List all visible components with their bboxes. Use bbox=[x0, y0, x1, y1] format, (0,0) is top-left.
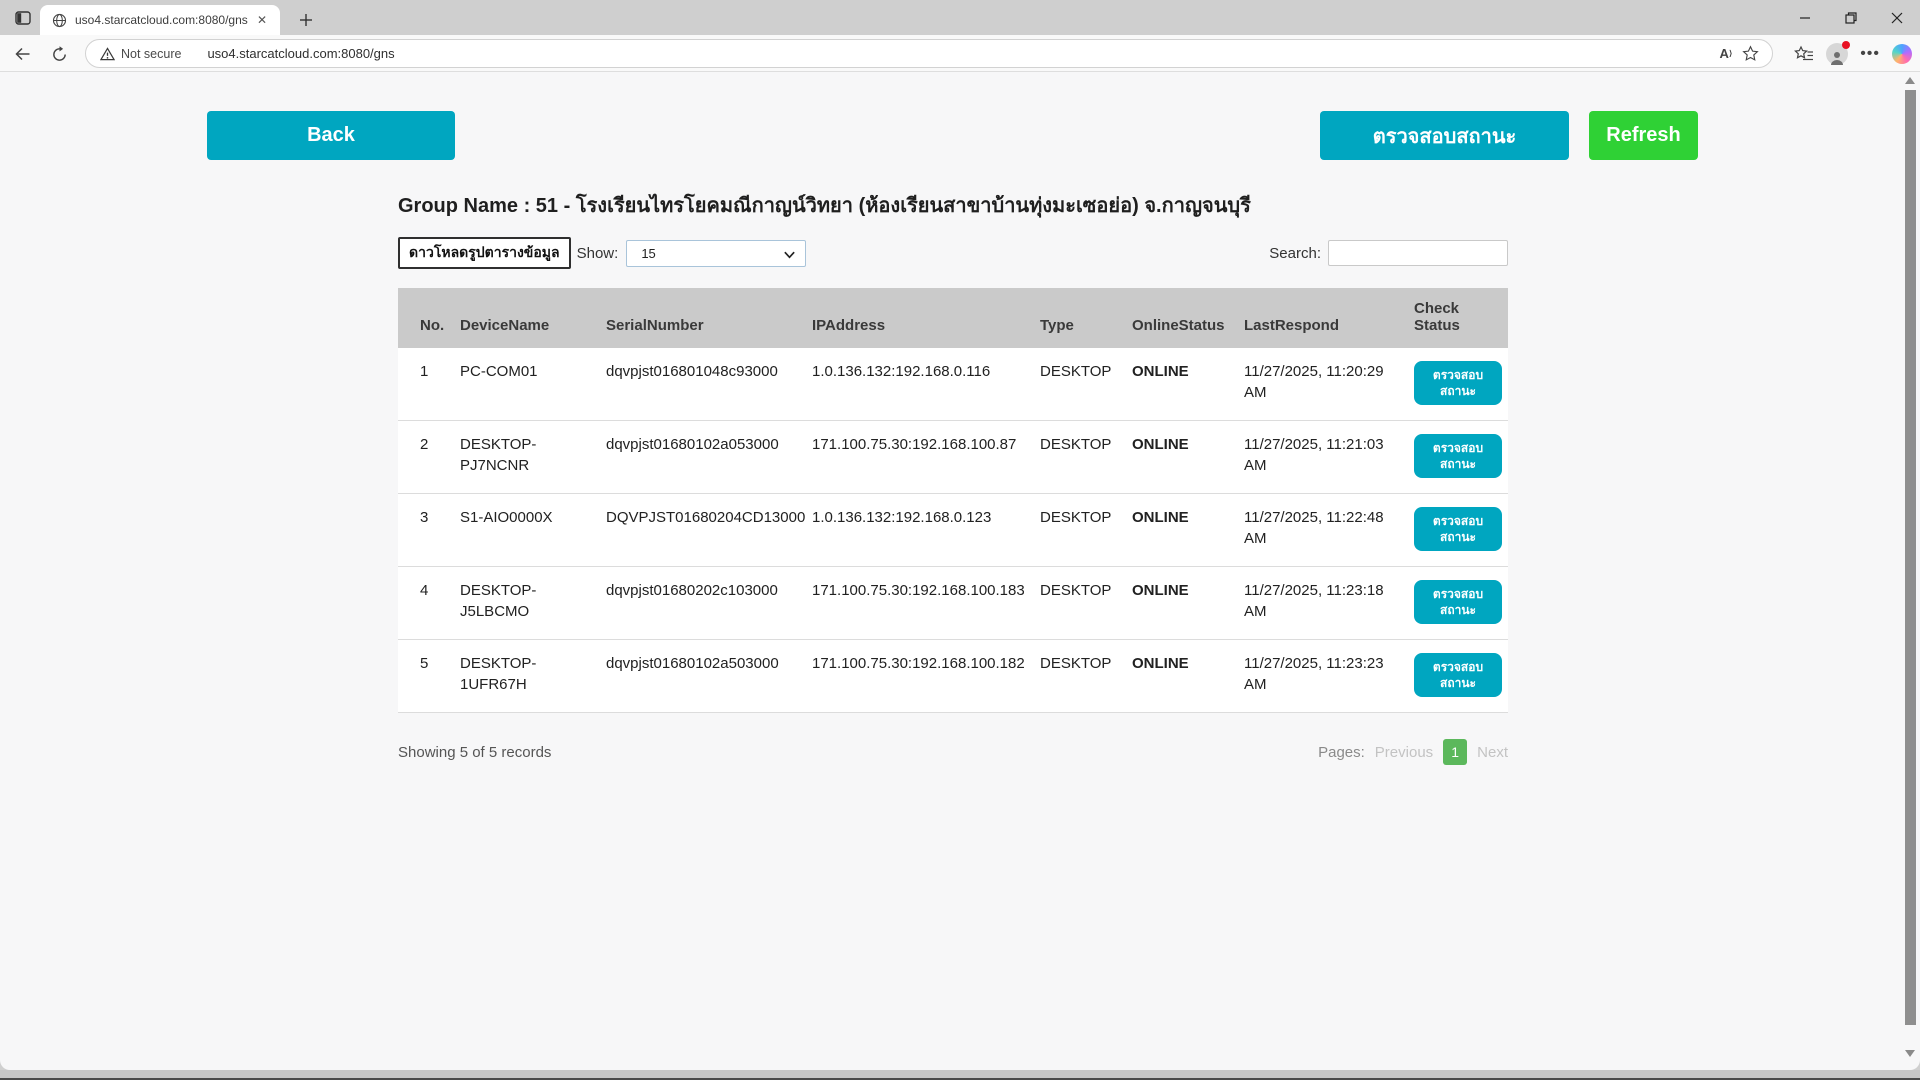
show-label: Show: bbox=[576, 244, 619, 262]
browser-tab[interactable]: uso4.starcatcloud.com:8080/gns ✕ bbox=[40, 5, 280, 35]
previous-page-link[interactable]: Previous bbox=[1375, 744, 1433, 761]
vertical-scrollbar-thumb[interactable] bbox=[1905, 90, 1916, 1025]
cell-onlinestatus: ONLINE bbox=[1122, 348, 1234, 421]
refresh-nav-icon[interactable] bbox=[48, 43, 70, 65]
tab-actions-icon[interactable] bbox=[12, 7, 34, 29]
col-header-no: No. bbox=[398, 288, 450, 348]
security-label: Not secure bbox=[121, 46, 182, 61]
cell-lastrespond: 11/27/2025, 11:20:29 AM bbox=[1234, 348, 1404, 421]
download-table-image-button[interactable]: ดาวโหลดรูปตารางข้อมูล bbox=[398, 237, 571, 269]
col-header-onlinestatus: OnlineStatus bbox=[1122, 288, 1234, 348]
cell-onlinestatus: ONLINE bbox=[1122, 639, 1234, 713]
security-indicator[interactable]: Not secure bbox=[100, 47, 181, 61]
cell-type: DESKTOP bbox=[1030, 348, 1122, 421]
cell-ipaddress: 171.100.75.30:192.168.100.87 bbox=[802, 420, 1030, 494]
pages-label: Pages: bbox=[1318, 743, 1365, 761]
notification-dot bbox=[1842, 40, 1851, 49]
cell-no: 4 bbox=[398, 566, 450, 640]
cell-ipaddress: 171.100.75.30:192.168.100.183 bbox=[802, 566, 1030, 640]
next-page-link[interactable]: Next bbox=[1477, 744, 1508, 761]
scrollbar-up-arrow[interactable] bbox=[1905, 77, 1915, 84]
cell-serialnumber: dqvpjst016801048c93000 bbox=[596, 348, 802, 421]
warning-triangle-icon bbox=[100, 46, 115, 61]
url-text: uso4.starcatcloud.com:8080/gns bbox=[207, 46, 395, 61]
page-size-value: 15 bbox=[641, 245, 656, 261]
back-nav-icon[interactable] bbox=[12, 43, 34, 65]
search-label: Search: bbox=[1269, 244, 1321, 262]
table-row: 1 PC-COM01 dqvpjst016801048c93000 1.0.13… bbox=[398, 348, 1508, 421]
cell-devicename: DESKTOP-J5LBCMO bbox=[450, 566, 596, 640]
cell-no: 2 bbox=[398, 420, 450, 494]
table-row: 2 DESKTOP-PJ7NCNR dqvpjst01680102a053000… bbox=[398, 420, 1508, 494]
row-check-status-button[interactable]: ตรวจสอบสถานะ bbox=[1414, 361, 1502, 405]
cell-no: 3 bbox=[398, 493, 450, 567]
cell-no: 1 bbox=[398, 348, 450, 421]
table-row: 4 DESKTOP-J5LBCMO dqvpjst01680202c103000… bbox=[398, 566, 1508, 640]
devices-table: No. DeviceName SerialNumber IPAddress Ty… bbox=[398, 288, 1508, 713]
cell-onlinestatus: ONLINE bbox=[1122, 420, 1234, 494]
browser-titlebar: uso4.starcatcloud.com:8080/gns ✕ bbox=[0, 0, 1920, 35]
restore-button[interactable] bbox=[1828, 0, 1874, 35]
cell-devicename: PC-COM01 bbox=[450, 348, 596, 421]
cell-type: DESKTOP bbox=[1030, 493, 1122, 567]
group-title: Group Name : 51 - โรงเรียนไทรโยคมณีกาญน์… bbox=[398, 195, 1251, 217]
cell-serialnumber: DQVPJST01680204CD13000 bbox=[596, 493, 805, 567]
row-check-status-button[interactable]: ตรวจสอบสถานะ bbox=[1414, 507, 1502, 551]
chevron-down-icon bbox=[783, 248, 796, 261]
table-row: 3 S1-AIO0000X DQVPJST01680204CD13000 1.0… bbox=[398, 493, 1508, 567]
browser-toolbar: Not secure uso4.starcatcloud.com:8080/gn… bbox=[0, 35, 1920, 72]
cell-onlinestatus: ONLINE bbox=[1122, 493, 1234, 567]
settings-menu-icon[interactable]: ••• bbox=[1860, 45, 1880, 63]
cell-ipaddress: 171.100.75.30:192.168.100.182 bbox=[802, 639, 1030, 713]
close-window-button[interactable] bbox=[1874, 0, 1920, 35]
page-size-select[interactable]: 15 bbox=[626, 239, 807, 267]
minimize-button[interactable] bbox=[1782, 0, 1828, 35]
cell-serialnumber: dqvpjst01680102a503000 bbox=[596, 639, 802, 713]
cell-lastrespond: 11/27/2025, 11:22:48 AM bbox=[1234, 493, 1404, 567]
tab-title: uso4.starcatcloud.com:8080/gns bbox=[75, 13, 248, 27]
cell-devicename: DESKTOP-PJ7NCNR bbox=[450, 420, 596, 494]
cell-type: DESKTOP bbox=[1030, 420, 1122, 494]
cell-ipaddress: 1.0.136.132:192.168.0.123 bbox=[802, 493, 1030, 567]
cell-ipaddress: 1.0.136.132:192.168.0.116 bbox=[802, 348, 1030, 421]
row-check-status-button[interactable]: ตรวจสอบสถานะ bbox=[1414, 580, 1502, 624]
col-header-checkstatus: Check Status bbox=[1404, 288, 1508, 348]
globe-favicon-icon bbox=[52, 13, 67, 28]
cell-serialnumber: dqvpjst01680102a053000 bbox=[596, 420, 802, 494]
search-input[interactable] bbox=[1328, 240, 1508, 266]
favorites-bar-icon[interactable] bbox=[1794, 45, 1814, 63]
row-check-status-button[interactable]: ตรวจสอบสถานะ bbox=[1414, 653, 1502, 697]
read-aloud-icon[interactable]: A ⟩ bbox=[1714, 42, 1738, 66]
cell-devicename: DESKTOP-1UFR67H bbox=[450, 639, 596, 713]
address-bar[interactable]: Not secure uso4.starcatcloud.com:8080/gn… bbox=[85, 39, 1773, 68]
cell-lastrespond: 11/27/2025, 11:21:03 AM bbox=[1234, 420, 1404, 494]
cell-lastrespond: 11/27/2025, 11:23:18 AM bbox=[1234, 566, 1404, 640]
col-header-devicename: DeviceName bbox=[450, 288, 596, 348]
records-summary: Showing 5 of 5 records bbox=[398, 743, 552, 761]
new-tab-button[interactable] bbox=[294, 8, 318, 32]
window-bottom-frame bbox=[0, 1070, 1920, 1080]
refresh-button[interactable]: Refresh bbox=[1589, 111, 1698, 160]
table-row: 5 DESKTOP-1UFR67H dqvpjst01680102a503000… bbox=[398, 639, 1508, 713]
col-header-serialnumber: SerialNumber bbox=[596, 288, 802, 348]
cell-devicename: S1-AIO0000X bbox=[450, 493, 596, 567]
favorite-star-icon[interactable] bbox=[1738, 42, 1762, 66]
col-header-lastrespond: LastRespond bbox=[1234, 288, 1404, 348]
table-header-row: No. DeviceName SerialNumber IPAddress Ty… bbox=[398, 288, 1508, 348]
cell-serialnumber: dqvpjst01680202c103000 bbox=[596, 566, 802, 640]
cell-type: DESKTOP bbox=[1030, 566, 1122, 640]
row-check-status-button[interactable]: ตรวจสอบสถานะ bbox=[1414, 434, 1502, 478]
cell-lastrespond: 11/27/2025, 11:23:23 AM bbox=[1234, 639, 1404, 713]
web-page: Back ตรวจสอบสถานะ Refresh Group Name : 5… bbox=[0, 72, 1920, 1070]
copilot-icon[interactable] bbox=[1892, 43, 1912, 64]
tab-close-icon[interactable]: ✕ bbox=[254, 12, 270, 28]
cell-no: 5 bbox=[398, 639, 450, 713]
cell-type: DESKTOP bbox=[1030, 639, 1122, 713]
col-header-ipaddress: IPAddress bbox=[802, 288, 1030, 348]
profile-avatar[interactable] bbox=[1826, 40, 1851, 65]
cell-onlinestatus: ONLINE bbox=[1122, 566, 1234, 640]
current-page-badge[interactable]: 1 bbox=[1443, 739, 1468, 765]
col-header-type: Type bbox=[1030, 288, 1122, 348]
scrollbar-down-arrow[interactable] bbox=[1905, 1050, 1915, 1057]
